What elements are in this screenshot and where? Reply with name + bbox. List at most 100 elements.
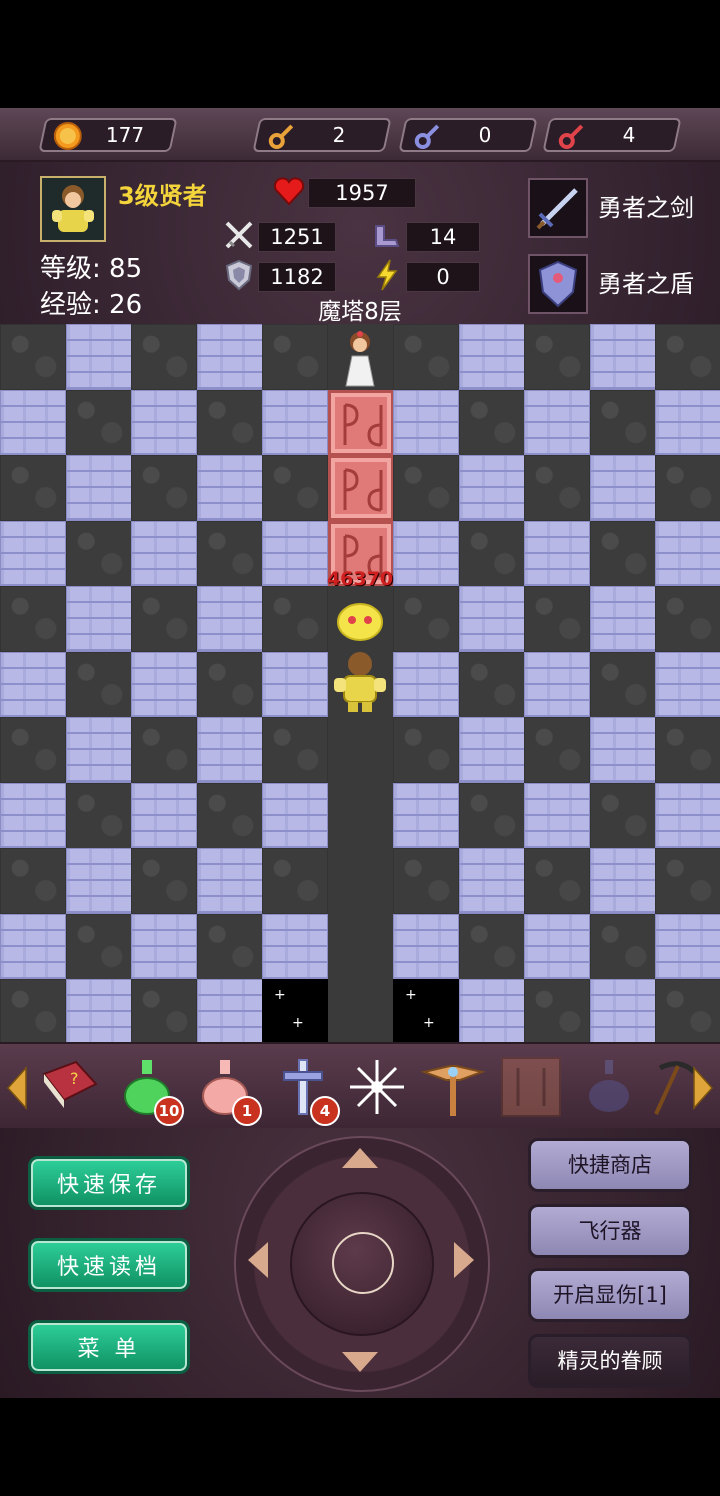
floor-tile[interactable]: [524, 652, 590, 718]
floor-tile[interactable]: [131, 652, 197, 718]
dpad-down-icon[interactable]: [340, 1350, 380, 1374]
floor-tile[interactable]: [459, 390, 525, 456]
floor-tile[interactable]: [393, 783, 459, 849]
floor-tile[interactable]: [393, 455, 459, 521]
item-snowflake[interactable]: [344, 1054, 410, 1120]
floor-tile[interactable]: [262, 652, 328, 718]
floor-tile[interactable]: [655, 390, 720, 456]
floor-tile[interactable]: [655, 324, 720, 390]
dpad-up-icon[interactable]: [340, 1146, 380, 1170]
item-green-potion[interactable]: 10: [114, 1054, 184, 1126]
item-cross-sword[interactable]: 4: [270, 1054, 340, 1126]
quick-save-button[interactable]: 快速保存: [28, 1156, 190, 1210]
floor-tile[interactable]: [393, 324, 459, 390]
floor-tile[interactable]: [197, 979, 263, 1045]
floor-tile[interactable]: [262, 914, 328, 980]
floor-tile[interactable]: [524, 848, 590, 914]
item-red-door[interactable]: [498, 1054, 564, 1120]
floor-tile[interactable]: [655, 783, 720, 849]
floor-tile[interactable]: [590, 914, 656, 980]
floor-tile[interactable]: [655, 521, 720, 587]
quick-load-button[interactable]: 快速读档: [28, 1238, 190, 1292]
floor-tile[interactable]: [262, 783, 328, 849]
floor-tile[interactable]: [197, 914, 263, 980]
floor-tile[interactable]: [66, 586, 132, 652]
starry-portal-tile[interactable]: [262, 979, 328, 1045]
scroll-left-icon[interactable]: [6, 1066, 28, 1110]
floor-tile[interactable]: [0, 521, 66, 587]
fairy-blessing-button[interactable]: 精灵的眷顾: [528, 1334, 692, 1388]
floor-tile[interactable]: [393, 914, 459, 980]
floor-tile[interactable]: [590, 979, 656, 1045]
floor-tile[interactable]: [131, 390, 197, 456]
floor-tile[interactable]: [655, 586, 720, 652]
floor-tile[interactable]: [590, 324, 656, 390]
menu-button[interactable]: 菜 单: [28, 1320, 190, 1374]
floor-tile[interactable]: [0, 652, 66, 718]
floor-tile[interactable]: [655, 848, 720, 914]
shield-slot[interactable]: [528, 254, 588, 314]
yellow-slime-icon[interactable]: [330, 590, 390, 650]
floor-tile[interactable]: [131, 324, 197, 390]
floor-tile[interactable]: [66, 914, 132, 980]
floor-tile[interactable]: [590, 717, 656, 783]
floor-tile[interactable]: [262, 324, 328, 390]
item-pink-potion[interactable]: 1: [192, 1054, 262, 1126]
show-damage-button[interactable]: 开启显伤[1]: [528, 1268, 692, 1322]
floor-tile[interactable]: [524, 914, 590, 980]
floor-tile[interactable]: [262, 390, 328, 456]
floor-tile[interactable]: [0, 455, 66, 521]
floor-tile[interactable]: [262, 848, 328, 914]
floor-tile[interactable]: [66, 717, 132, 783]
floor-tile[interactable]: [131, 783, 197, 849]
floor-tile[interactable]: [197, 586, 263, 652]
floor-tile[interactable]: [66, 652, 132, 718]
floor-tile[interactable]: [524, 390, 590, 456]
floor-tile[interactable]: [0, 848, 66, 914]
floor-tile[interactable]: [393, 848, 459, 914]
floor-tile[interactable]: [66, 979, 132, 1045]
floor-tile[interactable]: [262, 717, 328, 783]
floor-tile[interactable]: [0, 717, 66, 783]
item-fly-wand[interactable]: [420, 1054, 486, 1120]
floor-tile[interactable]: [459, 848, 525, 914]
floor-tile[interactable]: [655, 717, 720, 783]
floor-tile[interactable]: [328, 717, 394, 783]
quick-shop-button[interactable]: 快捷商店: [528, 1138, 692, 1192]
floor-tile[interactable]: [328, 979, 394, 1045]
floor-tile[interactable]: [197, 324, 263, 390]
floor-tile[interactable]: [262, 586, 328, 652]
floor-tile[interactable]: [524, 455, 590, 521]
dpad-right-icon[interactable]: [452, 1240, 476, 1280]
floor-tile[interactable]: [131, 521, 197, 587]
floor-tile[interactable]: [131, 586, 197, 652]
floor-tile[interactable]: [590, 848, 656, 914]
floor-tile[interactable]: [197, 455, 263, 521]
floor-tile[interactable]: [66, 521, 132, 587]
floor-tile[interactable]: [459, 324, 525, 390]
flyer-button[interactable]: 飞行器: [528, 1204, 692, 1258]
floor-tile[interactable]: [393, 586, 459, 652]
starry-portal-tile[interactable]: [393, 979, 459, 1045]
floor-tile[interactable]: [328, 783, 394, 849]
floor-tile[interactable]: [131, 717, 197, 783]
floor-tile[interactable]: [393, 390, 459, 456]
floor-tile[interactable]: [655, 652, 720, 718]
floor-tile[interactable]: [131, 914, 197, 980]
floor-tile[interactable]: [590, 586, 656, 652]
floor-tile[interactable]: [459, 521, 525, 587]
floor-tile[interactable]: [393, 717, 459, 783]
floor-tile[interactable]: [459, 717, 525, 783]
floor-tile[interactable]: [328, 914, 394, 980]
floor-tile[interactable]: [66, 848, 132, 914]
floor-tile[interactable]: [66, 324, 132, 390]
dpad-left-icon[interactable]: [246, 1240, 270, 1280]
floor-tile[interactable]: [524, 783, 590, 849]
floor-tile[interactable]: [131, 979, 197, 1045]
floor-tile[interactable]: [197, 848, 263, 914]
game-map[interactable]: 46370: [0, 324, 720, 1045]
floor-tile[interactable]: [0, 390, 66, 456]
floor-tile[interactable]: [459, 979, 525, 1045]
floor-tile[interactable]: [524, 521, 590, 587]
floor-tile[interactable]: [524, 717, 590, 783]
